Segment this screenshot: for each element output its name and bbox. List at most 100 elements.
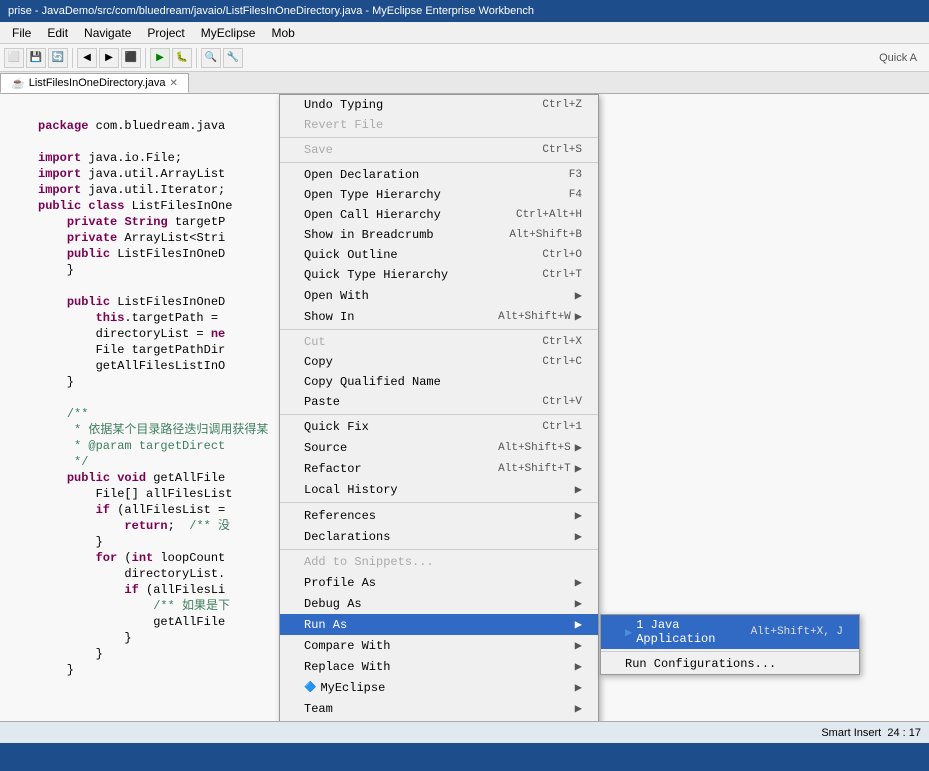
run-as-java-app-shortcut: Alt+Shift+X, J [751,626,843,638]
menu-copy[interactable]: Copy Ctrl+C [280,352,598,372]
toolbar-btn-7[interactable]: 🔍 [201,48,221,68]
menu-run-as[interactable]: Run As ▶ ▶ 1 Java Application Alt+Shift+… [280,614,598,635]
toolbar-btn-1[interactable]: ⬜ [4,48,24,68]
menu-open-call-hierarchy[interactable]: Open Call Hierarchy Ctrl+Alt+H [280,205,598,225]
menu-sep-5 [280,502,598,503]
menu-compare-with[interactable]: Compare With ▶ [280,635,598,656]
code-panel: ☕ ListFilesInOneDirectory.java ✕ package… [0,72,929,721]
run-as-java-app[interactable]: ▶ 1 Java Application Alt+Shift+X, J [601,615,859,649]
menu-quick-type-hierarchy[interactable]: Quick Type Hierarchy Ctrl+T [280,265,598,285]
toolbar-btn-2[interactable]: 💾 [26,48,46,68]
menu-quick-outline[interactable]: Quick Outline Ctrl+O [280,245,598,265]
title-bar: prise - JavaDemo/src/com/bluedream/javai… [0,0,929,22]
menu-myeclipse-label: MyEclipse [320,681,570,695]
menu-debug-as[interactable]: Debug As ▶ [280,593,598,614]
menu-refactor[interactable]: Refactor Alt+Shift+T ▶ [280,458,598,479]
menu-myeclipse[interactable]: MyEclipse [193,24,264,42]
quick-access: Quick A [879,52,917,64]
menu-copy-label: Copy [304,355,522,369]
title-text: prise - JavaDemo/src/com/bluedream/javai… [8,5,534,17]
menu-show-in-shortcut: Alt+Shift+W [498,311,571,323]
menu-replace-with[interactable]: Replace With ▶ [280,656,598,677]
menu-source[interactable]: Source Alt+Shift+S ▶ [280,437,598,458]
menu-undo-typing-shortcut: Ctrl+Z [542,99,582,111]
menu-refactor-shortcut: Alt+Shift+T [498,463,571,475]
toolbar-btn-5[interactable]: ▶ [99,48,119,68]
status-bar: Smart Insert 24 : 17 [0,721,929,743]
menu-sep-1 [280,137,598,138]
menu-quick-type-hierarchy-shortcut: Ctrl+T [542,269,582,281]
menu-paste-label: Paste [304,395,522,409]
run-configurations-label: Run Configurations... [625,657,843,671]
menu-copy-qualified-label: Copy Qualified Name [304,375,582,389]
menu-cut[interactable]: Cut Ctrl+X [280,332,598,352]
menu-quick-outline-shortcut: Ctrl+O [542,249,582,261]
menu-run-as-label: Run As [304,618,571,632]
menu-copy-shortcut: Ctrl+C [542,356,582,368]
menu-file[interactable]: File [4,24,39,42]
menu-show-in[interactable]: Show In Alt+Shift+W ▶ [280,306,598,327]
menu-navigate[interactable]: Navigate [76,24,139,42]
menu-open-declaration[interactable]: Open Declaration F3 [280,165,598,185]
menu-profile-as[interactable]: Profile As ▶ [280,572,598,593]
menu-compare-with-label: Compare With [304,639,571,653]
menu-bar: File Edit Navigate Project MyEclipse Mob [0,22,929,44]
menu-save[interactable]: Save Ctrl+S [280,140,598,160]
toolbar-debug[interactable]: 🐛 [172,48,192,68]
menu-edit[interactable]: Edit [39,24,76,42]
menu-open-declaration-shortcut: F3 [569,169,582,181]
menu-references-arrow: ▶ [575,508,582,523]
menu-show-in-label: Show In [304,310,478,324]
menu-team-label: Team [304,702,571,716]
menu-mob[interactable]: Mob [263,24,302,42]
menu-save-shortcut: Ctrl+S [542,144,582,156]
tab-listfilesinone[interactable]: ☕ ListFilesInOneDirectory.java ✕ [0,73,189,93]
menu-quick-fix-shortcut: Ctrl+1 [542,421,582,433]
menu-source-shortcut: Alt+Shift+S [498,442,571,454]
menu-sep-6 [280,549,598,550]
menu-run-as-arrow: ▶ [575,617,582,632]
run-configurations[interactable]: Run Configurations... [601,654,859,674]
menu-declarations[interactable]: Declarations ▶ [280,526,598,547]
menu-show-breadcrumb-label: Show in Breadcrumb [304,228,489,242]
toolbar-btn-3[interactable]: 🔄 [48,48,68,68]
menu-sep-3 [280,329,598,330]
menu-open-call-hierarchy-label: Open Call Hierarchy [304,208,496,222]
menu-replace-with-arrow: ▶ [575,659,582,674]
menu-references[interactable]: References ▶ [280,505,598,526]
code-content[interactable]: package com.bluedream.java import java.i… [0,94,929,721]
menu-cut-shortcut: Ctrl+X [542,336,582,348]
toolbar-btn-6[interactable]: ⬛ [121,48,141,68]
menu-revert-file[interactable]: Revert File [280,115,598,135]
menu-project[interactable]: Project [139,24,192,42]
toolbar: ⬜ 💾 🔄 ◀ ▶ ⬛ ▶ 🐛 🔍 🔧 Quick A [0,44,929,72]
menu-team[interactable]: Team ▶ [280,698,598,719]
menu-local-history[interactable]: Local History ▶ [280,479,598,500]
menu-show-breadcrumb[interactable]: Show in Breadcrumb Alt+Shift+B [280,225,598,245]
menu-open-call-hierarchy-shortcut: Ctrl+Alt+H [516,209,582,221]
menu-open-type-hierarchy[interactable]: Open Type Hierarchy F4 [280,185,598,205]
menu-open-with-label: Open With [304,289,571,303]
tab-close[interactable]: ✕ [169,78,177,89]
menu-quick-fix-label: Quick Fix [304,420,522,434]
menu-undo-typing[interactable]: Undo Typing Ctrl+Z [280,95,598,115]
toolbar-btn-8[interactable]: 🔧 [223,48,243,68]
toolbar-btn-4[interactable]: ◀ [77,48,97,68]
menu-paste[interactable]: Paste Ctrl+V [280,392,598,412]
menu-debug-as-label: Debug As [304,597,571,611]
menu-show-in-arrow: ▶ [575,309,582,324]
myeclipse-icon: 🔷 [304,682,316,694]
toolbar-run[interactable]: ▶ [150,48,170,68]
menu-quick-fix[interactable]: Quick Fix Ctrl+1 [280,417,598,437]
menu-copy-qualified[interactable]: Copy Qualified Name [280,372,598,392]
toolbar-sep-1 [72,48,73,68]
menu-myeclipse-arrow: ▶ [575,680,582,695]
menu-open-declaration-label: Open Declaration [304,168,549,182]
menu-open-type-hierarchy-shortcut: F4 [569,189,582,201]
menu-open-with[interactable]: Open With ▶ [280,285,598,306]
menu-quick-outline-label: Quick Outline [304,248,522,262]
tab-label: ListFilesInOneDirectory.java [29,77,166,89]
menu-debug-as-arrow: ▶ [575,596,582,611]
menu-add-snippets[interactable]: Add to Snippets... [280,552,598,572]
menu-myeclipse[interactable]: 🔷 MyEclipse ▶ [280,677,598,698]
